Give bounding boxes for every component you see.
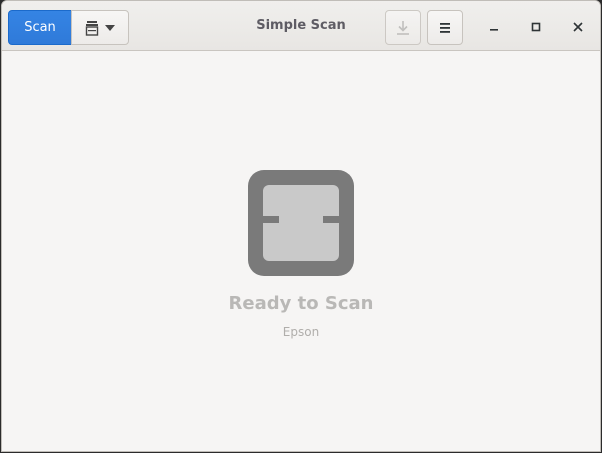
save-button[interactable] (385, 10, 421, 45)
close-icon (573, 22, 583, 32)
header-bar: Scan Simple Scan (2, 1, 600, 51)
maximize-button[interactable] (523, 14, 549, 40)
minimize-icon (489, 22, 499, 32)
scanner-icon (248, 170, 354, 276)
main-content: Ready to Scan Epson (2, 51, 600, 451)
hamburger-menu-icon (439, 22, 451, 33)
close-button[interactable] (565, 14, 591, 40)
status-title: Ready to Scan (228, 293, 374, 314)
maximize-icon (531, 22, 541, 32)
download-icon (396, 20, 410, 36)
device-name: Epson (282, 325, 320, 339)
scan-type-button[interactable] (71, 10, 129, 45)
scan-button[interactable]: Scan (8, 10, 72, 45)
minimize-button[interactable] (481, 14, 507, 40)
main-menu-button[interactable] (427, 10, 463, 45)
app-window: Scan Simple Scan Ready to Scan Epson (1, 0, 601, 452)
document-scanner-icon (85, 20, 99, 36)
scan-button-label: Scan (24, 20, 56, 35)
chevron-down-icon (105, 24, 116, 31)
